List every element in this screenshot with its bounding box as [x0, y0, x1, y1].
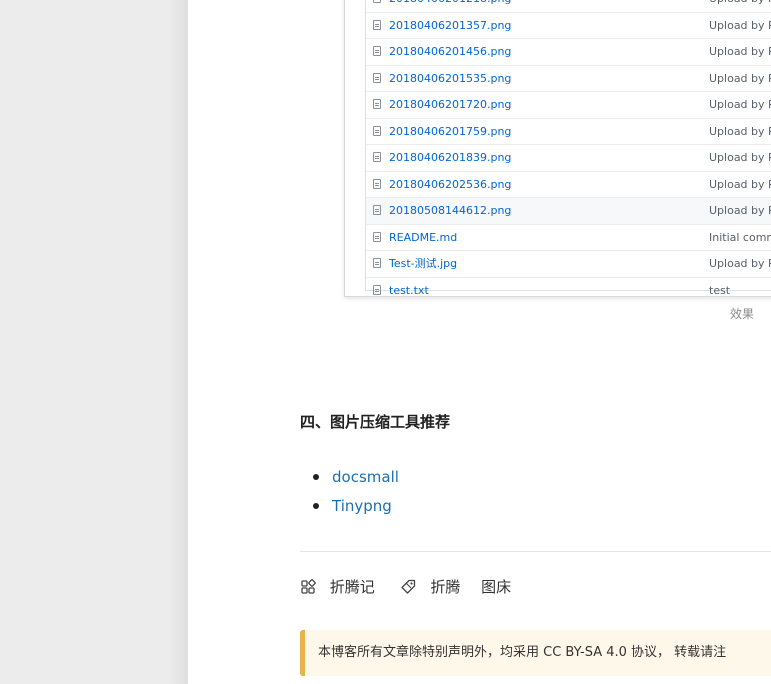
file-icon — [373, 178, 381, 189]
file-row: 20180406201357.png Upload by Pi — [366, 13, 771, 39]
commit-message: test — [709, 283, 731, 297]
post-meta: 折腾记 折腾 图床 — [300, 576, 511, 598]
file-icon — [373, 205, 381, 215]
license-notice: 本博客所有文章除特别声明外，均采用 CC BY-SA 4.0 协议， 转载请注 — [300, 630, 771, 676]
file-list-screenshot: 20180406201218.png Upload by Pi 20180406… — [344, 0, 771, 297]
list-item: docsmall — [300, 465, 399, 494]
file-row: 20180406201218.png Upload by Pi — [366, 0, 771, 13]
docsmall-link[interactable]: docsmall — [332, 468, 399, 486]
file-link[interactable]: test.txt — [389, 278, 429, 297]
file-icon — [373, 284, 381, 295]
tag-link[interactable]: 折腾 — [430, 578, 460, 596]
file-icon — [373, 231, 381, 242]
commit-message: Upload by Pi — [709, 151, 771, 164]
file-link[interactable]: 20180406201720.png — [389, 92, 511, 117]
commit-message: Initial commi — [709, 230, 771, 244]
file-row: 20180406202536.png Upload by Pi — [366, 172, 771, 198]
commit-message: Upload by Pi — [709, 124, 771, 138]
file-row: Test-测试.jpg Upload by Pi — [366, 251, 771, 278]
file-icon — [373, 125, 381, 136]
tag-link[interactable]: 图床 — [481, 578, 511, 596]
file-icon — [373, 258, 381, 268]
section-heading: 四、图片压缩工具推荐 — [300, 413, 451, 431]
commit-message: Upload by Pi — [709, 45, 771, 58]
file-link[interactable]: 20180406201218.png — [389, 0, 511, 11]
commit-message: Upload by Pi — [709, 18, 771, 32]
category-link[interactable]: 折腾记 — [330, 578, 375, 596]
file-icon — [373, 19, 381, 30]
commit-message: Upload by Pi — [709, 257, 771, 270]
list-item: Tinypng — [300, 494, 399, 523]
file-icon — [373, 152, 381, 162]
commit-message: Upload by Pi — [709, 177, 771, 191]
file-link[interactable]: 20180406201839.png — [389, 145, 511, 170]
article-page: 20180406201218.png Upload by Pi 20180406… — [188, 0, 771, 684]
tinypng-link[interactable]: Tinypng — [332, 497, 392, 515]
commit-message: Upload by Pi — [709, 204, 771, 217]
file-link[interactable]: 20180406201357.png — [389, 13, 511, 38]
file-row: 20180406201759.png Upload by Pi — [366, 119, 771, 145]
file-row: 20180406201535.png Upload by Pi — [366, 66, 771, 92]
commit-message: Upload by Pi — [709, 98, 771, 111]
divider — [300, 551, 771, 552]
file-row: 20180508144612.png Upload by Pi — [366, 198, 771, 225]
file-row: README.md Initial commi — [366, 225, 771, 251]
category-icon — [301, 578, 316, 594]
file-row: 20180406201839.png Upload by Pi — [366, 145, 771, 172]
page-shadow — [170, 0, 188, 684]
file-row: test.txt test — [366, 278, 771, 297]
file-icon — [373, 46, 381, 56]
commit-message: Upload by Pi — [709, 0, 771, 11]
file-link[interactable]: 20180406201759.png — [389, 119, 511, 144]
file-link[interactable]: 20180508144612.png — [389, 198, 511, 223]
file-icon — [373, 99, 381, 109]
file-link[interactable]: 20180406202536.png — [389, 172, 511, 197]
file-row: 20180406201720.png Upload by Pi — [366, 92, 771, 119]
file-row: 20180406201456.png Upload by Pi — [366, 39, 771, 66]
file-link[interactable]: 20180406201456.png — [389, 39, 511, 64]
file-list: 20180406201218.png Upload by Pi 20180406… — [365, 0, 771, 296]
tool-list: docsmall Tinypng — [300, 465, 399, 523]
file-icon — [373, 72, 381, 83]
file-link[interactable]: 20180406201535.png — [389, 66, 511, 91]
image-caption: 效果 — [730, 307, 755, 321]
commit-message: Upload by Pi — [709, 71, 771, 85]
tag-icon — [400, 579, 415, 594]
file-link[interactable]: README.md — [389, 225, 457, 250]
file-icon — [373, 0, 381, 3]
file-link[interactable]: Test-测试.jpg — [389, 251, 457, 276]
